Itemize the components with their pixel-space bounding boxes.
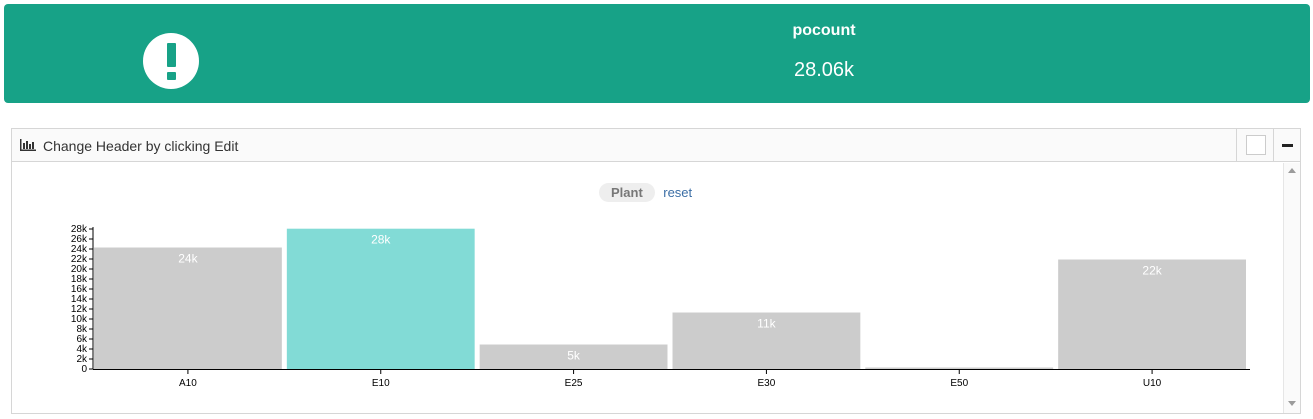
y-tick-label: 14k bbox=[71, 294, 88, 305]
bar-data-label: 28k bbox=[371, 233, 391, 247]
kpi-value: 28.06k bbox=[793, 59, 855, 81]
bar-e50 bbox=[865, 367, 1054, 369]
kpi-label: pocount bbox=[792, 22, 856, 39]
bar-data-label: 11k bbox=[757, 317, 776, 331]
kpi-card: pocount 28.06k bbox=[4, 4, 1310, 103]
minimize-button[interactable] bbox=[1273, 129, 1300, 162]
scroll-up-arrow-icon[interactable] bbox=[1288, 168, 1296, 173]
bar-e10 bbox=[286, 228, 475, 369]
y-tick-label: 18k bbox=[71, 274, 88, 285]
y-tick-label: 8k bbox=[76, 324, 88, 335]
y-tick-label: 16k bbox=[71, 284, 88, 295]
y-tick-label: 10k bbox=[71, 314, 88, 325]
x-tick-label: E30 bbox=[758, 378, 776, 389]
toggle-button[interactable] bbox=[1236, 129, 1273, 162]
panel-header: Change Header by clicking Edit bbox=[12, 129, 1300, 162]
exclamation-icon bbox=[143, 33, 199, 89]
bar-data-label: 5k bbox=[567, 349, 581, 363]
x-tick-label: E50 bbox=[950, 378, 968, 389]
y-tick-label: 4k bbox=[76, 344, 88, 355]
bar-a10 bbox=[94, 247, 282, 369]
y-tick-label: 28k bbox=[71, 224, 88, 235]
y-tick-label: 24k bbox=[71, 244, 88, 255]
chart-panel: Change Header by clicking Edit Plant res… bbox=[11, 128, 1301, 414]
bar-chart-icon bbox=[20, 139, 36, 151]
bar-chart: 02k4k6k8k10k12k14k16k18k20k22k24k26k28k2… bbox=[71, 224, 1250, 389]
panel-body: Plant reset 0 2k 4k 6k 8k 10k 12k 14k 16k 18k 20k 2… bbox=[12, 163, 1300, 413]
bar-data-label: 24k bbox=[178, 252, 198, 266]
scrollbar[interactable] bbox=[1283, 163, 1300, 413]
y-tick-label: 26k bbox=[71, 234, 88, 245]
scroll-down-arrow-icon[interactable] bbox=[1288, 401, 1296, 406]
panel-title: Change Header by clicking Edit bbox=[43, 138, 239, 154]
x-tick-label: U10 bbox=[1143, 378, 1162, 389]
y-tick-label: 20k bbox=[71, 264, 88, 275]
y-tick-label: 0 bbox=[81, 364, 87, 375]
x-tick-label: E25 bbox=[565, 378, 583, 389]
x-tick-label: A10 bbox=[179, 378, 197, 389]
x-tick-label: E10 bbox=[372, 378, 390, 389]
y-tick-label: 12k bbox=[71, 304, 88, 315]
y-tick-label: 6k bbox=[76, 334, 88, 345]
y-tick-label: 22k bbox=[71, 254, 88, 265]
y-tick-label: 2k bbox=[76, 354, 88, 365]
bar-data-label: 22k bbox=[1142, 264, 1162, 278]
